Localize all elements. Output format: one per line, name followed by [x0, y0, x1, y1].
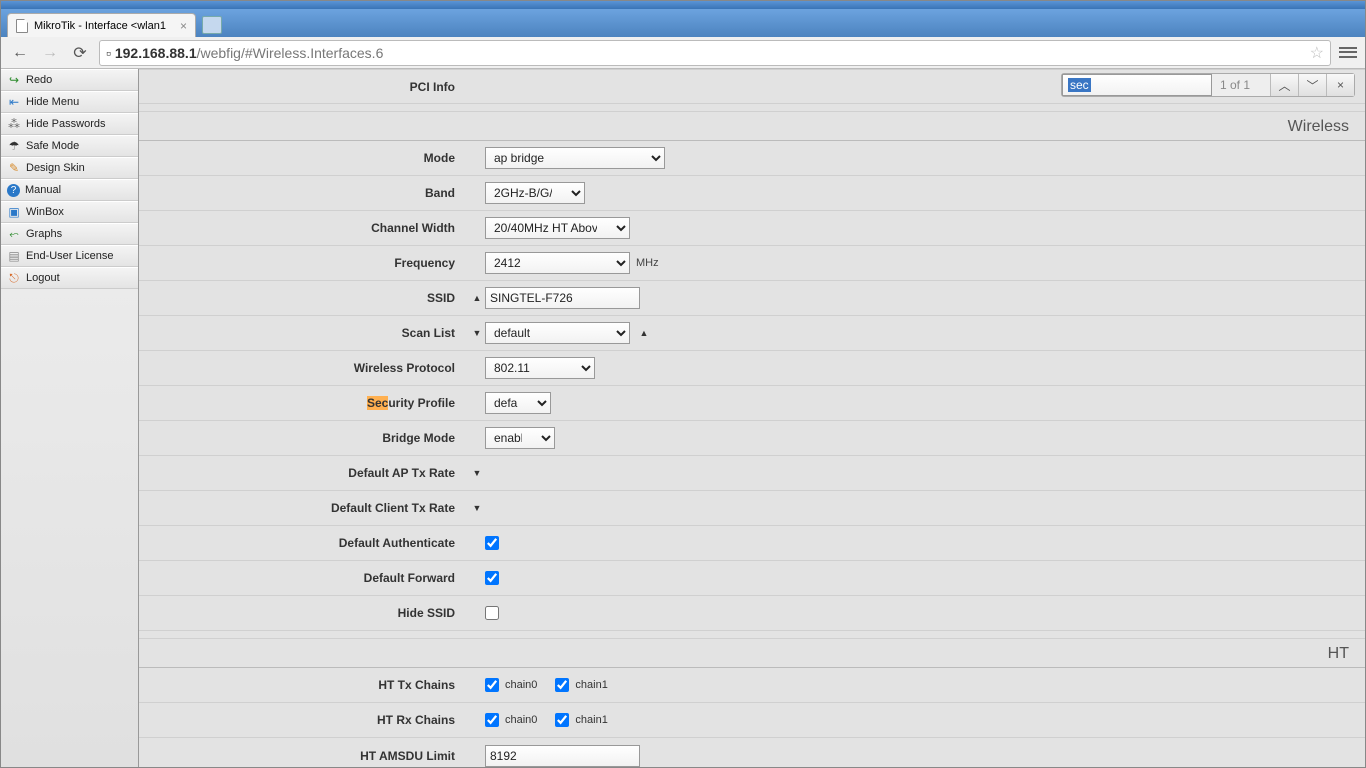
select-channel-width[interactable]: 20/40MHz HT Above [485, 217, 630, 239]
sidebar-item-logout[interactable]: ⎋ Logout [1, 267, 138, 289]
forward-button[interactable]: → [39, 42, 61, 64]
select-wireless-protocol[interactable]: 802.11 [485, 357, 595, 379]
logout-icon: ⎋ [7, 271, 21, 285]
sidebar-item-manual[interactable]: ? Manual [1, 179, 138, 201]
select-frequency[interactable]: 2412 [485, 252, 630, 274]
safe-mode-icon: ☂ [7, 139, 21, 153]
find-prev-button[interactable]: ︿ [1270, 74, 1298, 96]
label-pci-info: PCI Info [139, 80, 469, 94]
label-default-auth: Default Authenticate [139, 536, 469, 550]
label-channel-width: Channel Width [139, 221, 469, 235]
page-icon [16, 19, 28, 33]
find-next-button[interactable]: ﹀ [1298, 74, 1326, 96]
address-bar[interactable]: ▫ 192.168.88.1 /webfig/#Wireless.Interfa… [99, 40, 1331, 66]
sidebar-item-safe-mode[interactable]: ☂ Safe Mode [1, 135, 138, 157]
input-ssid[interactable] [485, 287, 640, 309]
checkbox-default-forward[interactable] [485, 571, 499, 585]
hide-menu-icon: ⇤ [7, 95, 21, 109]
label-default-forward: Default Forward [139, 571, 469, 585]
label-hide-ssid: Hide SSID [139, 606, 469, 620]
checkbox-ht-rx-chain1[interactable] [555, 713, 569, 727]
label-security-profile: Security Profile [139, 396, 469, 410]
collapse-scan-list-icon[interactable]: ▲ [636, 325, 652, 341]
close-tab-icon[interactable]: × [180, 19, 187, 33]
bookmark-star-icon[interactable]: ☆ [1310, 43, 1324, 63]
select-bridge-mode[interactable]: enabled [485, 427, 555, 449]
sidebar-label: End-User License [26, 250, 113, 262]
sidebar-item-hide-passwords[interactable]: ⁂ Hide Passwords [1, 113, 138, 135]
sidebar-item-license[interactable]: ▤ End-User License [1, 245, 138, 267]
back-button[interactable]: ← [9, 42, 31, 64]
label-ht-amsdu-limit: HT AMSDU Limit [139, 749, 469, 763]
sidebar: ↪ Redo ⇤ Hide Menu ⁂ Hide Passwords ☂ Sa… [1, 69, 139, 767]
browser-tab-bar: MikroTik - Interface <wlan1 × [1, 9, 1365, 37]
sidebar-label: Safe Mode [26, 140, 79, 152]
hide-passwords-icon: ⁂ [7, 117, 21, 131]
select-scan-list[interactable]: default [485, 322, 630, 344]
sidebar-label: Redo [26, 74, 52, 86]
find-bar: sec 1 of 1 ︿ ﹀ × [1061, 73, 1355, 97]
label-band: Band [139, 186, 469, 200]
browser-tab[interactable]: MikroTik - Interface <wlan1 × [7, 13, 196, 37]
checkbox-hide-ssid[interactable] [485, 606, 499, 620]
browser-toolbar: ← → ⟳ ▫ 192.168.88.1 /webfig/#Wireless.I… [1, 37, 1365, 69]
expand-ap-tx-icon[interactable]: ▼ [469, 465, 485, 481]
design-skin-icon: ✎ [7, 161, 21, 175]
sidebar-item-hide-menu[interactable]: ⇤ Hide Menu [1, 91, 138, 113]
winbox-icon: ▣ [7, 205, 21, 219]
chrome-menu-icon[interactable] [1339, 44, 1357, 62]
collapse-ssid-icon[interactable]: ▲ [469, 290, 485, 306]
label-bridge-mode: Bridge Mode [139, 431, 469, 445]
find-count: 1 of 1 [1212, 78, 1270, 92]
sidebar-item-design-skin[interactable]: ✎ Design Skin [1, 157, 138, 179]
sidebar-label: Manual [25, 184, 61, 196]
sidebar-label: Graphs [26, 228, 62, 240]
sidebar-item-graphs[interactable]: ⬿ Graphs [1, 223, 138, 245]
sidebar-item-redo[interactable]: ↪ Redo [1, 69, 138, 91]
section-title-ht: HT [139, 639, 1365, 668]
sidebar-label: WinBox [26, 206, 64, 218]
label-frequency: Frequency [139, 256, 469, 270]
reload-button[interactable]: ⟳ [69, 42, 91, 64]
label-default-client-tx: Default Client Tx Rate [139, 501, 469, 515]
manual-icon: ? [7, 184, 20, 197]
tab-title: MikroTik - Interface <wlan1 [34, 20, 166, 32]
main-panel: sec 1 of 1 ︿ ﹀ × PCI Info Wireless Mode … [139, 69, 1365, 767]
checkbox-default-auth[interactable] [485, 536, 499, 550]
expand-scan-list-icon[interactable]: ▼ [469, 325, 485, 341]
sidebar-item-winbox[interactable]: ▣ WinBox [1, 201, 138, 223]
label-wireless-protocol: Wireless Protocol [139, 361, 469, 375]
sidebar-label: Logout [26, 272, 60, 284]
unit-mhz: MHz [636, 257, 659, 269]
section-title-wireless: Wireless [139, 112, 1365, 141]
checkbox-ht-rx-chain0[interactable] [485, 713, 499, 727]
redo-icon: ↪ [7, 73, 21, 87]
select-band[interactable]: 2GHz-B/G/N [485, 182, 585, 204]
sidebar-label: Design Skin [26, 162, 85, 174]
sidebar-label: Hide Passwords [26, 118, 105, 130]
select-security-profile[interactable]: default [485, 392, 551, 414]
label-ssid: SSID [139, 291, 469, 305]
label-scan-list: Scan List [139, 326, 469, 340]
find-close-button[interactable]: × [1326, 74, 1354, 96]
find-query-highlight: sec [1068, 78, 1091, 92]
label-ht-tx-chains: HT Tx Chains [139, 678, 469, 692]
new-tab-button[interactable] [202, 16, 222, 34]
graphs-icon: ⬿ [7, 227, 21, 241]
sidebar-label: Hide Menu [26, 96, 79, 108]
select-mode[interactable]: ap bridge [485, 147, 665, 169]
label-mode: Mode [139, 151, 469, 165]
label-ht-rx-chains: HT Rx Chains [139, 713, 469, 727]
license-icon: ▤ [7, 249, 21, 263]
checkbox-ht-tx-chain1[interactable] [555, 678, 569, 692]
input-ht-amsdu-limit[interactable] [485, 745, 640, 767]
url-domain: 192.168.88.1 [115, 45, 197, 61]
label-default-ap-tx: Default AP Tx Rate [139, 466, 469, 480]
checkbox-ht-tx-chain0[interactable] [485, 678, 499, 692]
expand-client-tx-icon[interactable]: ▼ [469, 500, 485, 516]
url-path: /webfig/#Wireless.Interfaces.6 [197, 45, 384, 61]
